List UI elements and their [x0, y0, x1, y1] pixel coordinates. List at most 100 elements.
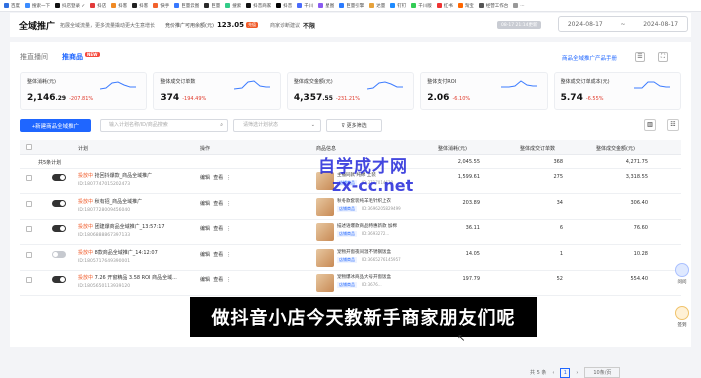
- bookmark-label: 红书: [443, 3, 453, 9]
- bookmark-item[interactable]: 抖店: [90, 3, 106, 9]
- plan-toggle[interactable]: [52, 225, 66, 232]
- row-checkbox[interactable]: [26, 251, 32, 258]
- edit-link[interactable]: 编辑: [200, 201, 210, 207]
- metric-card[interactable]: 整体成交订单数 374 -194.49%: [153, 72, 281, 110]
- status-badge: 投放中: [78, 198, 94, 205]
- bookmark-item[interactable]: 钉钉: [390, 3, 406, 9]
- bookmark-item[interactable]: 抖音商家: [246, 3, 271, 9]
- bookmark-item[interactable]: 搜索: [225, 3, 241, 9]
- bookmark-label: 千川: [304, 3, 314, 9]
- bookmark-item[interactable]: 百度: [4, 3, 20, 9]
- select-all-checkbox[interactable]: [26, 144, 32, 150]
- view-link[interactable]: 查看: [213, 175, 223, 181]
- metric-card[interactable]: 整体成交订单成本(元) 5.74 -6.55%: [553, 72, 682, 110]
- more-filter-button[interactable]: ⊽ 更多筛选: [326, 119, 382, 132]
- manual-link[interactable]: 商品全域推广产品手册: [562, 54, 617, 62]
- bookmark-label: 抖音: [283, 3, 293, 9]
- bookmark-item[interactable]: ...: [513, 3, 525, 8]
- metric-card[interactable]: 整体成交金额(元) 4,357.55 -231.21%: [286, 72, 415, 110]
- bookmark-icon: [318, 3, 324, 8]
- next-page-icon[interactable]: ›: [576, 370, 578, 376]
- more-icon[interactable]: ⋮: [226, 226, 231, 232]
- more-icon[interactable]: ⋮: [226, 201, 231, 207]
- metric-card[interactable]: 整体消耗(元) 2,146.29 -207.81%: [20, 72, 148, 110]
- plan-name[interactable]: 投放中 7.26 开窗精品 3.58 ROI 商品全域...: [78, 274, 177, 281]
- bookmark-item[interactable]: 巨量云图: [174, 3, 199, 9]
- plan-toggle[interactable]: [52, 174, 66, 181]
- list-icon[interactable]: ☰: [635, 52, 645, 62]
- table-row: 投放中 7.26 开窗精品 3.58 ROI 商品全域... ID:1805650…: [20, 271, 681, 296]
- tab-product[interactable]: 推商品 NEW: [62, 52, 100, 62]
- search-icon[interactable]: ⌕: [220, 120, 223, 131]
- page-number[interactable]: 1: [560, 367, 571, 378]
- bookmark-item[interactable]: 淘宝: [457, 3, 474, 9]
- bookmark-item[interactable]: 抖客: [111, 3, 127, 9]
- bookmark-item[interactable]: 红书: [436, 3, 453, 9]
- signin-label: 签到: [677, 323, 687, 328]
- row-checkbox[interactable]: [26, 175, 32, 181]
- row-orders: 34: [556, 199, 563, 206]
- more-icon[interactable]: ⋮: [226, 277, 231, 283]
- diagnosis-value: 不限: [302, 22, 315, 30]
- gift-icon: [675, 306, 689, 320]
- search-input[interactable]: 输入计划名称/ID/商品搜索 ⌕: [100, 119, 228, 132]
- bookmark-item[interactable]: 星图: [318, 3, 334, 9]
- signin-widget[interactable]: 签到: [673, 306, 691, 328]
- bookmark-item[interactable]: 抖店登录 ✓: [55, 3, 85, 9]
- row-checkbox[interactable]: [26, 200, 32, 207]
- bookmark-item[interactable]: 快手: [153, 3, 169, 9]
- bookmark-item[interactable]: 搜索一下: [25, 3, 50, 9]
- bookmark-item[interactable]: 抖客: [132, 3, 148, 9]
- top-header: 全域推广 拓展全域流量，更多流量撬动更大生意增长 竞价推广可用余额(元) 123…: [10, 13, 691, 37]
- recharge-button[interactable]: 充值: [245, 22, 258, 28]
- plan-id: ID:1807728009456040: [78, 207, 131, 213]
- plan-toggle[interactable]: [52, 199, 66, 207]
- plan-name[interactable]: 投放中 秋有招_商品全域推广: [78, 198, 142, 205]
- product-name: 秋冬款套装纯羊毛针织上衣: [337, 198, 391, 204]
- plan-name[interactable]: 投放中 团建爆商品全域推广_13:57:17: [78, 223, 165, 230]
- watermark-title: 自学成才网: [318, 157, 408, 177]
- new-plan-button[interactable]: +新建商品全域推广: [20, 119, 91, 132]
- balance-label: 竞价推广可用余额(元): [165, 22, 214, 29]
- tab-live[interactable]: 推直播间: [20, 52, 48, 62]
- columns-icon[interactable]: ▥: [644, 119, 656, 131]
- edit-link[interactable]: 编辑: [200, 252, 210, 258]
- view-link[interactable]: 查看: [213, 201, 223, 207]
- bookmark-item[interactable]: 巨量引擎: [339, 3, 364, 9]
- status-select[interactable]: 请筛选计划状态 ⌄: [233, 119, 321, 132]
- bookmark-item[interactable]: 抖音: [276, 3, 292, 9]
- view-link[interactable]: 查看: [213, 277, 223, 283]
- row-actions: 编辑 查看 ⋮: [200, 174, 231, 181]
- plan-toggle[interactable]: [52, 250, 66, 258]
- bookmark-item[interactable]: 千川: [297, 3, 313, 9]
- ask-widget[interactable]: 问问: [673, 263, 691, 285]
- plan-toggle[interactable]: [52, 276, 66, 283]
- summary-orders: 368: [553, 159, 563, 165]
- bookmark-label: 巨量引擎: [346, 3, 365, 9]
- row-checkbox[interactable]: [26, 277, 32, 283]
- product-name: 描述语爆款商品特惠新款 加棉: [337, 224, 397, 229]
- row-orders: 275: [553, 174, 563, 180]
- fullscreen-icon[interactable]: ⛶: [658, 52, 668, 62]
- metric-value: 5.74: [560, 93, 583, 103]
- date-range-picker[interactable]: 2024-08-17 ~ 2024-08-17: [558, 16, 688, 32]
- settings-icon[interactable]: ☷: [667, 119, 679, 131]
- view-link[interactable]: 查看: [213, 226, 223, 232]
- more-icon[interactable]: ⋮: [226, 175, 231, 181]
- bookmark-item[interactable]: 千川版: [411, 3, 432, 9]
- bookmark-item[interactable]: 经营工作台: [478, 3, 508, 9]
- more-icon[interactable]: ⋮: [226, 252, 231, 258]
- edit-link[interactable]: 编辑: [200, 175, 210, 181]
- plan-name[interactable]: 投放中 抢回抖爆款_商品全域推广: [78, 172, 152, 179]
- row-checkbox[interactable]: [26, 226, 32, 232]
- bookmark-item[interactable]: 巨量: [204, 3, 220, 9]
- view-link[interactable]: 查看: [213, 252, 223, 258]
- edit-link[interactable]: 编辑: [200, 226, 210, 232]
- page-size-select[interactable]: 10条/页: [584, 367, 621, 378]
- plan-name[interactable]: 投放中 8款商品全域推广_14:12:07: [78, 249, 158, 256]
- bookmark-item[interactable]: 达量: [369, 3, 385, 9]
- edit-link[interactable]: 编辑: [200, 277, 210, 283]
- bookmark-icon: [390, 3, 396, 8]
- metric-card[interactable]: 整体支付ROI 2.06 -6.10%: [420, 72, 548, 110]
- prev-page-icon[interactable]: ‹: [552, 370, 554, 376]
